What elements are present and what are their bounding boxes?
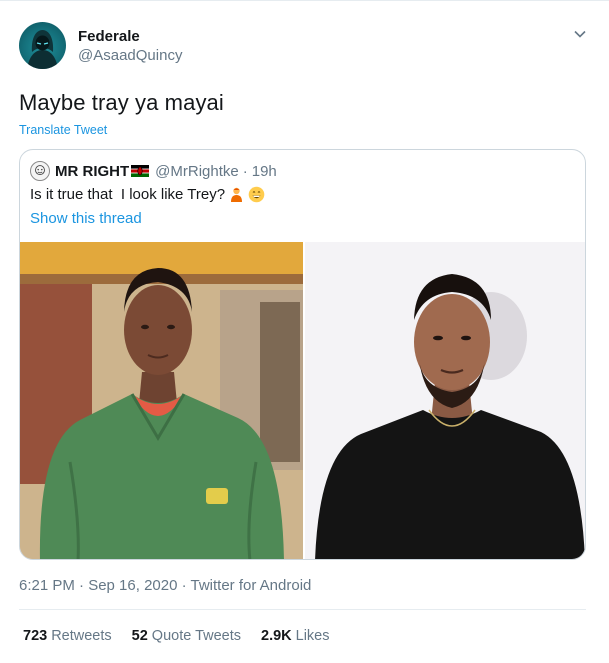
author-avatar[interactable] [19,22,66,69]
translate-tweet-link[interactable]: Translate Tweet [19,123,107,137]
retweets-stat[interactable]: 723 Retweets [23,628,112,644]
tweet-stats: 723 Retweets 52 Quote Tweets 2.9K Likes [23,628,350,644]
chevron-down-icon[interactable] [573,27,587,41]
author-name[interactable]: Federale [78,28,140,45]
quote-tweets-label: Quote Tweets [151,628,241,644]
photo-man-black-tshirt[interactable] [305,242,585,559]
author-handle[interactable]: @AsaadQuincy [78,47,182,64]
likes-stat[interactable]: 2.9K Likes [261,628,330,644]
meta-separator: · [242,162,248,180]
tweet-card: Federale @AsaadQuincy Maybe tray ya maya… [0,0,609,663]
quoted-author-handle[interactable]: @MrRightke [155,163,239,180]
tweet-text: Maybe tray ya mayai [19,90,224,115]
hooded-figure-icon [27,30,58,69]
quoted-tweet-header: MR RIGHT @MrRightke · 19h [30,161,277,181]
quoted-time[interactable]: 19h [252,163,277,180]
quoted-photos [20,242,585,559]
likes-count: 2.9K [261,628,292,644]
quote-tweets-count: 52 [131,628,148,644]
tweet-timestamp[interactable]: 6:21 PM · Sep 16, 2020 · Twitter for And… [19,577,311,594]
retweets-count: 723 [23,628,48,644]
likes-label: Likes [295,628,330,644]
show-thread-link[interactable]: Show this thread [30,210,142,227]
quoted-author-avatar[interactable] [30,161,50,181]
quoted-author-name[interactable]: MR RIGHT [55,163,129,180]
quoted-avatar-icon [35,165,45,176]
photo-left-illustration [20,242,303,559]
quote-tweets-stat[interactable]: 52 Quote Tweets [132,628,241,644]
divider [19,609,586,610]
quoted-text: Is it true that I look like Trey? [30,186,226,203]
photo-man-green-sweater[interactable] [20,242,303,559]
retweets-label: Retweets [51,628,112,644]
quoted-text-row: Is it true that I look like Trey? [30,186,265,203]
kenya-flag-icon [131,165,150,177]
person-icon [231,187,243,202]
quoted-tweet[interactable]: MR RIGHT @MrRightke · 19h Is it true tha… [19,149,586,560]
photo-right-illustration [305,242,585,559]
grinning-face-icon [248,186,265,203]
